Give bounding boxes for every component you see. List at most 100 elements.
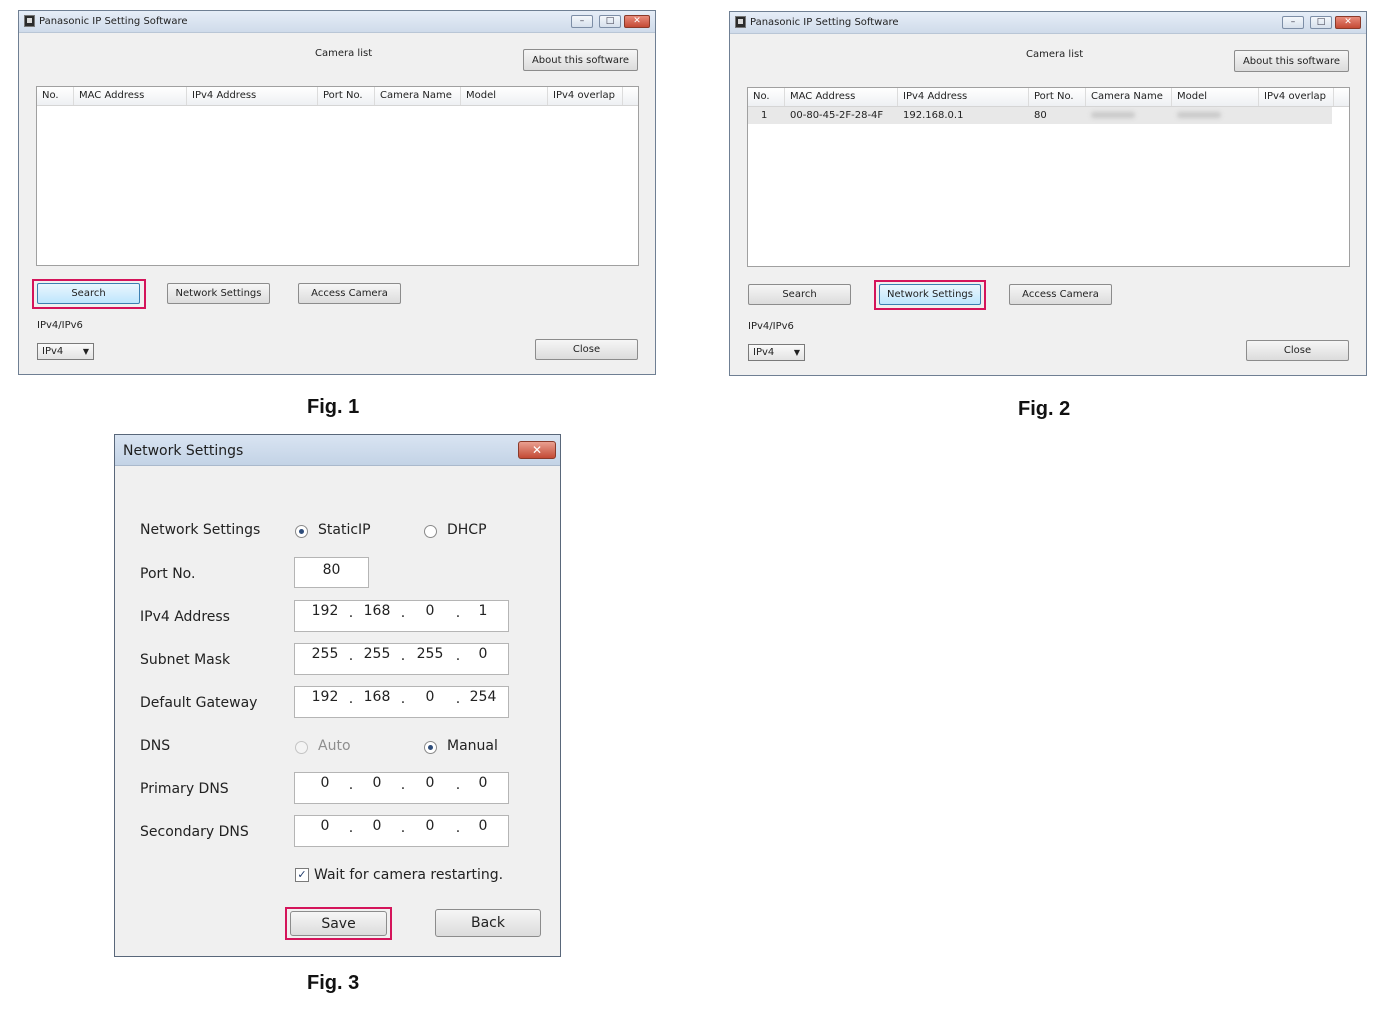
chevron-down-icon: ▼ <box>82 347 89 356</box>
dot: . <box>348 820 354 836</box>
col-ipv4[interactable]: IPv4 Address <box>187 87 318 105</box>
dot: . <box>400 648 406 664</box>
col-no[interactable]: No. <box>37 87 74 105</box>
dialog-title-bar: Network Settings ✕ <box>115 435 560 466</box>
dot: . <box>400 777 406 793</box>
primary-dns-octet-2[interactable]: 0 <box>357 775 397 791</box>
minimize-icon[interactable]: – <box>1282 16 1304 29</box>
ip-version-select[interactable]: IPv4 ▼ <box>37 343 94 360</box>
port-input[interactable]: 80 <box>294 557 369 588</box>
close-icon[interactable]: ✕ <box>624 15 650 28</box>
network-settings-button[interactable]: Network Settings <box>167 283 270 304</box>
search-button[interactable]: Search <box>37 283 140 304</box>
subnet-octet-2[interactable]: 255 <box>357 646 397 662</box>
dhcp-label[interactable]: DHCP <box>447 522 487 538</box>
primary-dns-octet-4[interactable]: 0 <box>463 775 503 791</box>
primary-dns-input[interactable]: 0 . 0 . 0 . 0 <box>294 772 509 804</box>
port-label: Port No. <box>140 566 196 582</box>
camera-list[interactable]: No. MAC Address IPv4 Address Port No. Ca… <box>747 87 1350 267</box>
about-button[interactable]: About this software <box>523 49 638 71</box>
subnet-octet-3[interactable]: 255 <box>410 646 450 662</box>
ipv4-octet-2[interactable]: 168 <box>357 603 397 619</box>
camera-list-heading: Camera list <box>315 48 373 59</box>
col-model[interactable]: Model <box>461 87 548 105</box>
ipv4-octet-1[interactable]: 192 <box>305 603 345 619</box>
dns-manual-radio[interactable] <box>424 741 437 754</box>
row-model-blurred <box>1172 107 1259 124</box>
save-button[interactable]: Save <box>290 911 387 936</box>
title-bar: Panasonic IP Setting Software – □ ✕ <box>730 12 1366 34</box>
dialog-title: Network Settings <box>123 443 244 459</box>
wait-restart-label[interactable]: Wait for camera restarting. <box>314 867 503 883</box>
chevron-down-icon: ▼ <box>793 348 800 357</box>
ip-version-select[interactable]: IPv4 ▼ <box>748 344 805 361</box>
access-camera-button[interactable]: Access Camera <box>1009 284 1112 305</box>
dot: . <box>455 777 461 793</box>
secondary-dns-octet-1[interactable]: 0 <box>305 818 345 834</box>
back-button[interactable]: Back <box>435 909 541 937</box>
network-settings-button[interactable]: Network Settings <box>879 284 981 305</box>
gateway-octet-1[interactable]: 192 <box>305 689 345 705</box>
primary-dns-octet-3[interactable]: 0 <box>410 775 450 791</box>
ipv4-octet-3[interactable]: 0 <box>410 603 450 619</box>
gateway-octet-2[interactable]: 168 <box>357 689 397 705</box>
col-no[interactable]: No. <box>748 88 785 106</box>
figure-caption-3: Fig. 3 <box>307 972 360 994</box>
col-ipv4[interactable]: IPv4 Address <box>898 88 1029 106</box>
primary-dns-label: Primary DNS <box>140 781 229 797</box>
subnet-octet-1[interactable]: 255 <box>305 646 345 662</box>
secondary-dns-input[interactable]: 0 . 0 . 0 . 0 <box>294 815 509 847</box>
ipv4-octet-4[interactable]: 1 <box>463 603 503 619</box>
secondary-dns-octet-4[interactable]: 0 <box>463 818 503 834</box>
row-ipv4: 192.168.0.1 <box>903 110 964 121</box>
col-port[interactable]: Port No. <box>318 87 375 105</box>
col-camera-name[interactable]: Camera Name <box>375 87 461 105</box>
dns-manual-label[interactable]: Manual <box>447 738 498 754</box>
access-camera-button[interactable]: Access Camera <box>298 283 401 304</box>
row-no: 1 <box>761 110 768 121</box>
col-camera-name[interactable]: Camera Name <box>1086 88 1172 106</box>
dns-auto-radio <box>295 741 308 754</box>
search-button[interactable]: Search <box>748 284 851 305</box>
list-header: No. MAC Address IPv4 Address Port No. Ca… <box>748 88 1349 107</box>
col-mac[interactable]: MAC Address <box>74 87 187 105</box>
row-port: 80 <box>1034 110 1047 121</box>
secondary-dns-octet-2[interactable]: 0 <box>357 818 397 834</box>
maximize-icon[interactable]: □ <box>1310 16 1332 29</box>
ipv4-label: IPv4 Address <box>140 609 230 625</box>
close-button[interactable]: Close <box>535 339 638 360</box>
camera-list[interactable]: No. MAC Address IPv4 Address Port No. Ca… <box>36 86 639 266</box>
primary-dns-octet-1[interactable]: 0 <box>305 775 345 791</box>
col-model[interactable]: Model <box>1172 88 1259 106</box>
static-ip-label[interactable]: StaticIP <box>318 522 371 538</box>
secondary-dns-octet-3[interactable]: 0 <box>410 818 450 834</box>
subnet-octet-4[interactable]: 0 <box>463 646 503 662</box>
col-ipv4-overlap[interactable]: IPv4 overlap <box>548 87 623 105</box>
row-camera-name-blurred <box>1086 107 1172 124</box>
wait-restart-checkbox[interactable]: ✓ <box>295 868 309 882</box>
minimize-icon[interactable]: – <box>571 15 593 28</box>
ip-version-value: IPv4 <box>753 347 775 358</box>
col-ipv4-overlap[interactable]: IPv4 overlap <box>1259 88 1334 106</box>
close-icon[interactable]: ✕ <box>518 441 556 459</box>
close-button[interactable]: Close <box>1246 340 1349 361</box>
maximize-icon[interactable]: □ <box>599 15 621 28</box>
dhcp-radio[interactable] <box>424 525 437 538</box>
table-row[interactable]: 1 00-80-45-2F-28-4F 192.168.0.1 80 <box>748 107 1332 124</box>
gateway-octet-3[interactable]: 0 <box>410 689 450 705</box>
gateway-octet-4[interactable]: 254 <box>463 689 503 705</box>
col-port[interactable]: Port No. <box>1029 88 1086 106</box>
ipv4-input[interactable]: 192 . 168 . 0 . 1 <box>294 600 509 632</box>
title-bar: Panasonic IP Setting Software – □ ✕ <box>19 11 655 33</box>
col-mac[interactable]: MAC Address <box>785 88 898 106</box>
camera-list-heading: Camera list <box>1026 49 1084 60</box>
subnet-input[interactable]: 255 . 255 . 255 . 0 <box>294 643 509 675</box>
figure-caption-2: Fig. 2 <box>1018 398 1071 420</box>
ip-version-label: IPv4/IPv6 <box>37 320 83 331</box>
close-icon[interactable]: ✕ <box>1335 16 1361 29</box>
ip-setting-window-fig2: Panasonic IP Setting Software – □ ✕ Came… <box>729 11 1367 376</box>
static-ip-radio[interactable] <box>295 525 308 538</box>
window-title: Panasonic IP Setting Software <box>750 17 899 28</box>
gateway-input[interactable]: 192 . 168 . 0 . 254 <box>294 686 509 718</box>
about-button[interactable]: About this software <box>1234 50 1349 72</box>
